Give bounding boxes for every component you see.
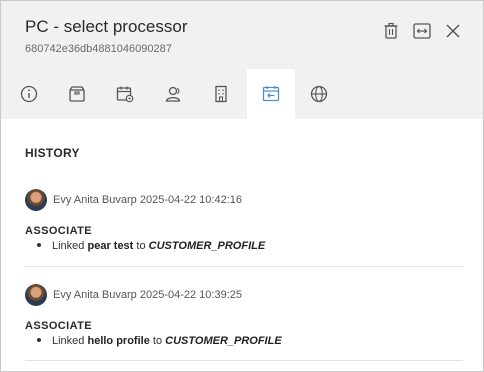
tab-bar	[1, 69, 483, 119]
close-button[interactable]	[443, 21, 463, 41]
calendar-back-icon	[262, 86, 280, 102]
info-icon	[20, 85, 38, 103]
tab-package[interactable]	[53, 69, 101, 119]
tab-calendar-settings[interactable]	[101, 69, 149, 119]
entry-timestamp: 2025-04-22 10:42:16	[139, 194, 242, 206]
entry-timestamp: 2025-04-22 10:39:25	[139, 289, 242, 301]
users-icon	[165, 86, 181, 102]
history-panel: HISTORY Evy Anita Buvarp 2025-04-22 10:4…	[1, 119, 483, 371]
entry-meta: Evy Anita Buvarp 2025-04-22 10:39:25	[53, 289, 242, 301]
linked-item: hello profile	[87, 335, 150, 347]
history-entry: Evy Anita Buvarp 2025-04-22 10:39:25 ASS…	[25, 284, 463, 371]
trash-icon	[384, 22, 398, 39]
page-title: PC - select processor	[25, 17, 188, 36]
record-id: 680742e36db4881046090287	[25, 43, 172, 55]
tab-globe[interactable]	[295, 69, 343, 119]
tab-info[interactable]	[5, 69, 53, 119]
entry-meta: Evy Anita Buvarp 2025-04-22 10:42:16	[53, 194, 242, 206]
record-panel: PC - select processor 680742e36db4881046…	[0, 0, 484, 372]
bullet-dot	[37, 338, 41, 343]
avatar	[25, 284, 47, 306]
entry-action: ASSOCIATE	[25, 225, 92, 237]
tab-users[interactable]	[149, 69, 197, 119]
calendar-gear-icon	[116, 86, 134, 103]
expand-horizontal-icon	[413, 23, 431, 39]
bullet-dot	[37, 243, 41, 248]
tab-history[interactable]	[247, 69, 295, 119]
tab-building[interactable]	[197, 69, 245, 119]
expand-button[interactable]	[412, 21, 432, 41]
delete-button[interactable]	[381, 21, 401, 41]
linked-connector: to	[136, 240, 146, 252]
entry-user: Evy Anita Buvarp	[53, 289, 137, 301]
panel-header: PC - select processor 680742e36db4881046…	[1, 1, 483, 119]
package-icon	[69, 86, 85, 102]
avatar	[25, 189, 47, 211]
linked-prefix: Linked	[52, 335, 85, 347]
history-title: HISTORY	[25, 146, 80, 160]
close-icon	[446, 24, 460, 38]
entry-action: ASSOCIATE	[25, 320, 92, 332]
linked-connector: to	[152, 335, 163, 347]
globe-icon	[310, 85, 328, 103]
linked-prefix: Linked	[52, 240, 85, 252]
linked-item: pear test	[87, 240, 134, 252]
entry-divider	[25, 360, 463, 361]
entry-detail: Linked hello profile to CUSTOMER_PROFILE	[37, 335, 282, 347]
entry-divider	[25, 266, 463, 267]
entry-user: Evy Anita Buvarp	[53, 194, 137, 206]
linked-target: CUSTOMER_PROFILE	[165, 335, 282, 347]
building-icon	[215, 85, 227, 103]
linked-target: CUSTOMER_PROFILE	[148, 240, 266, 252]
entry-detail: Linked pear test to CUSTOMER_PROFILE	[37, 240, 265, 252]
